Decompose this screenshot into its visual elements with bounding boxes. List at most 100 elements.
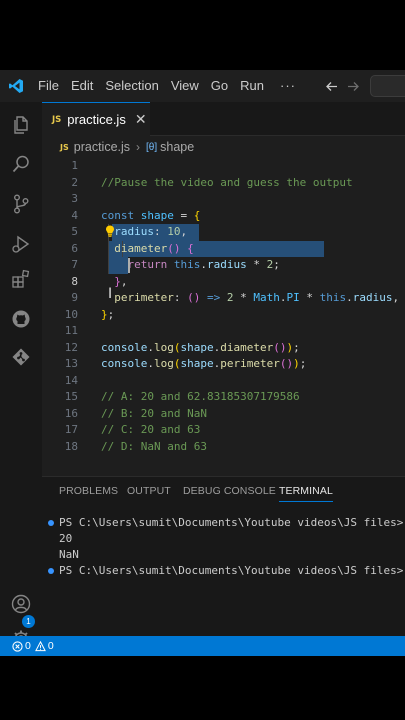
code-token: : bbox=[173, 291, 188, 304]
terminal-line: NaN bbox=[42, 547, 405, 563]
warning-icon bbox=[34, 640, 46, 651]
code-token: radius bbox=[352, 291, 393, 304]
search-icon[interactable] bbox=[0, 147, 42, 181]
code-editor[interactable]: 1 2//Pause the video and guess the output… bbox=[42, 158, 405, 476]
line-number: 1 bbox=[71, 159, 78, 172]
js-file-icon: JS bbox=[52, 114, 62, 125]
command-decoration-icon[interactable] bbox=[48, 568, 54, 574]
code-text: }, bbox=[101, 274, 128, 291]
code-line: 5 radius: 10, bbox=[42, 224, 405, 241]
terminal-line: 20 bbox=[42, 531, 405, 547]
tab-problems[interactable]: PROBLEMS bbox=[59, 485, 118, 497]
code-token: () bbox=[273, 340, 287, 354]
close-icon[interactable]: ✕ bbox=[135, 112, 147, 128]
code-token: { bbox=[193, 208, 201, 222]
arrow-left-icon[interactable] bbox=[320, 70, 342, 102]
problems-status[interactable]: 0 0 bbox=[12, 640, 54, 652]
code-line: 2 //Pause the video and guess the output bbox=[42, 175, 405, 192]
tab-terminal[interactable]: TERMINAL bbox=[279, 485, 333, 502]
code-token: . bbox=[200, 258, 207, 271]
code-text: // A: 20 and 62.83185307179586 bbox=[101, 389, 300, 406]
run-debug-icon[interactable] bbox=[0, 227, 42, 261]
js-file-icon: JS bbox=[60, 142, 69, 152]
code-token: // C: 20 and 63 bbox=[101, 423, 201, 436]
code-token: const bbox=[101, 208, 135, 222]
code-token: } bbox=[114, 274, 121, 288]
code-token: shape bbox=[180, 340, 214, 354]
explorer-icon[interactable] bbox=[0, 108, 42, 142]
menu-file[interactable]: File bbox=[32, 70, 65, 102]
line-number: 3 bbox=[71, 192, 78, 205]
code-token: 10 bbox=[167, 225, 181, 238]
menu-edit[interactable]: Edit bbox=[65, 70, 99, 102]
line-number: 2 bbox=[71, 175, 78, 189]
code-text: console.log(shape.diameter()); bbox=[101, 340, 300, 357]
arrow-right-icon[interactable] bbox=[342, 70, 364, 102]
tab-practice-js[interactable]: JS practice.js ✕ bbox=[42, 102, 150, 136]
variable-symbol-icon: [θ] bbox=[146, 141, 158, 153]
code-token: ) bbox=[293, 357, 300, 370]
line-number: 16 bbox=[64, 406, 78, 420]
line-number: 17 bbox=[64, 423, 78, 436]
code-line: 18 // D: NaN and 63 bbox=[42, 439, 405, 456]
lightbulb-icon[interactable] bbox=[105, 225, 115, 237]
code-line: 16 // B: 20 and NaN bbox=[42, 406, 405, 423]
code-token: shape bbox=[180, 357, 214, 370]
menu-selection[interactable]: Selection bbox=[99, 70, 164, 102]
code-token: perimeter bbox=[114, 291, 174, 304]
code-token: * bbox=[246, 258, 267, 271]
code-token: log bbox=[153, 340, 174, 354]
text-cursor bbox=[128, 258, 130, 273]
code-token: ; bbox=[273, 258, 280, 271]
tab-debug-console[interactable]: DEBUG CONSOLE bbox=[183, 485, 276, 497]
breadcrumb-file[interactable]: practice.js bbox=[74, 140, 130, 154]
code-token: , bbox=[120, 274, 128, 288]
code-token: ; bbox=[107, 307, 115, 321]
code-token: //Pause the video and guess the output bbox=[101, 175, 353, 189]
editor-tabs: JS practice.js ✕ bbox=[42, 102, 405, 136]
error-icon bbox=[12, 640, 23, 652]
menu-more-button[interactable]: ··· bbox=[270, 70, 306, 102]
vscode-logo-icon bbox=[0, 70, 32, 102]
breadcrumb-symbol[interactable]: shape bbox=[160, 140, 194, 154]
source-control-icon[interactable] bbox=[0, 187, 42, 221]
menu-go[interactable]: Go bbox=[205, 70, 234, 102]
code-token: } bbox=[101, 307, 108, 321]
title-bar: File Edit Selection View Go Run ··· bbox=[0, 70, 405, 102]
code-token: shape bbox=[140, 208, 174, 222]
line-number: 12 bbox=[64, 340, 78, 354]
code-line: 17 // C: 20 and 63 bbox=[42, 422, 405, 439]
code-token: () bbox=[187, 291, 201, 304]
code-line: 13 console.log(shape.perimeter()); bbox=[42, 356, 405, 373]
command-center-search[interactable] bbox=[370, 75, 405, 97]
accounts-icon[interactable] bbox=[0, 587, 42, 621]
terminal-line: PS C:\Users\sumit\Documents\Youtube vide… bbox=[42, 563, 405, 579]
code-line: 1 bbox=[42, 158, 405, 175]
github-icon[interactable] bbox=[0, 302, 42, 336]
code-token: . bbox=[147, 340, 154, 354]
code-line: 14 bbox=[42, 373, 405, 390]
bottom-panel: PROBLEMS OUTPUT DEBUG CONSOLE TERMINAL P… bbox=[42, 476, 405, 636]
code-token: diameter bbox=[220, 340, 274, 354]
line-number: 10 bbox=[64, 307, 78, 321]
code-text: diameter() { bbox=[101, 241, 194, 258]
code-token: diameter bbox=[114, 241, 168, 255]
code-text: // B: 20 and NaN bbox=[101, 406, 207, 423]
chevron-right-icon: › bbox=[136, 140, 141, 154]
code-token: PI bbox=[286, 291, 300, 304]
code-token: => bbox=[206, 291, 221, 304]
code-token: , bbox=[180, 225, 188, 238]
code-token: { bbox=[187, 241, 194, 255]
menu-run[interactable]: Run bbox=[234, 70, 270, 102]
extensions-icon[interactable] bbox=[0, 262, 42, 296]
command-decoration-icon[interactable] bbox=[48, 520, 54, 526]
line-number: 8 bbox=[71, 274, 78, 288]
menu-view[interactable]: View bbox=[165, 70, 205, 102]
code-token: * bbox=[233, 291, 254, 304]
code-line: 10}; bbox=[42, 307, 405, 324]
git-graph-icon[interactable] bbox=[0, 340, 42, 374]
tab-output[interactable]: OUTPUT bbox=[127, 485, 171, 497]
